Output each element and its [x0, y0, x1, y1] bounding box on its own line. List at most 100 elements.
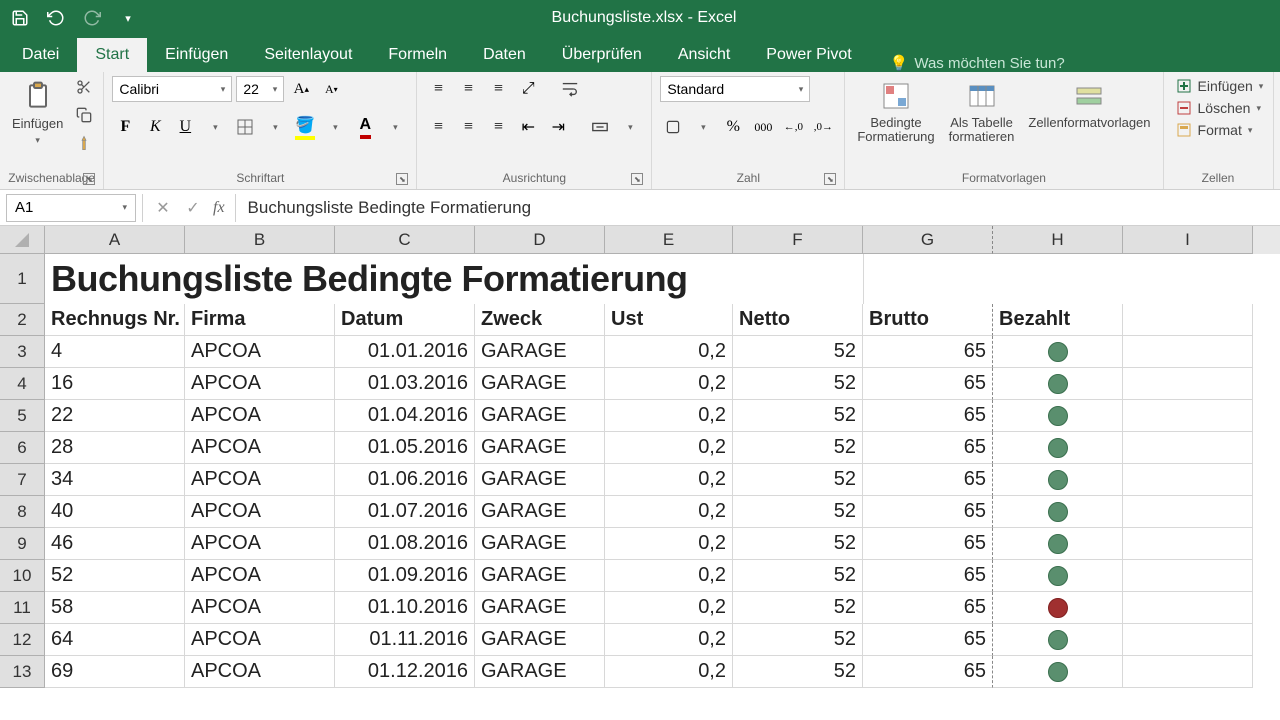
col-header-e[interactable]: E: [605, 226, 733, 254]
cell[interactable]: GARAGE: [475, 656, 605, 688]
cell[interactable]: 52: [733, 336, 863, 368]
cell[interactable]: [1123, 496, 1253, 528]
cell[interactable]: 4: [45, 336, 185, 368]
copy-button[interactable]: [73, 104, 95, 126]
cell[interactable]: [993, 432, 1123, 464]
tell-me-search[interactable]: 💡 Was möchten Sie tun?: [890, 54, 1065, 72]
cell[interactable]: [993, 368, 1123, 400]
redo-button[interactable]: [80, 6, 104, 30]
cell[interactable]: 52: [733, 432, 863, 464]
cell[interactable]: [993, 560, 1123, 592]
tab-powerpivot[interactable]: Power Pivot: [748, 38, 869, 72]
cell[interactable]: GARAGE: [475, 432, 605, 464]
increase-font-button[interactable]: A▴: [288, 76, 314, 102]
fill-color-dropdown[interactable]: ▾: [322, 114, 348, 140]
cell[interactable]: 28: [45, 432, 185, 464]
cell[interactable]: Brutto: [863, 304, 993, 336]
font-color-button[interactable]: A: [352, 114, 378, 140]
cell[interactable]: [993, 656, 1123, 688]
cell[interactable]: 65: [863, 400, 993, 432]
select-all-corner[interactable]: [0, 226, 45, 254]
cell[interactable]: 58: [45, 592, 185, 624]
tab-datei[interactable]: Datei: [4, 38, 77, 72]
conditional-format-button[interactable]: Bedingte Formatierung: [853, 76, 938, 149]
font-name-select[interactable]: Calibri▾: [112, 76, 232, 102]
cell[interactable]: GARAGE: [475, 464, 605, 496]
row-header[interactable]: 9: [0, 528, 45, 560]
cell[interactable]: 52: [733, 528, 863, 560]
cell[interactable]: 01.04.2016: [335, 400, 475, 432]
cell[interactable]: [1123, 656, 1253, 688]
cut-button[interactable]: [73, 76, 95, 98]
cell[interactable]: [1123, 336, 1253, 368]
merge-center-button[interactable]: [587, 114, 613, 140]
bold-button[interactable]: F: [112, 114, 138, 140]
decrease-decimal-button[interactable]: ,0→: [810, 114, 836, 140]
cell[interactable]: 52: [733, 656, 863, 688]
cell[interactable]: 0,2: [605, 656, 733, 688]
cell[interactable]: GARAGE: [475, 528, 605, 560]
cell[interactable]: 65: [863, 592, 993, 624]
cell[interactable]: 65: [863, 624, 993, 656]
cell[interactable]: 0,2: [605, 336, 733, 368]
increase-indent-button[interactable]: ⇥: [545, 114, 571, 140]
cell[interactable]: Bezahlt: [993, 304, 1123, 336]
paste-button[interactable]: Einfügen ▾: [8, 76, 67, 150]
row-header[interactable]: 8: [0, 496, 45, 528]
cell[interactable]: 01.09.2016: [335, 560, 475, 592]
wrap-text-button[interactable]: [557, 76, 583, 102]
col-header-b[interactable]: B: [185, 226, 335, 254]
cell[interactable]: 01.08.2016: [335, 528, 475, 560]
cell[interactable]: 01.03.2016: [335, 368, 475, 400]
alignment-dialog-launcher[interactable]: ⬊: [631, 173, 643, 185]
cell[interactable]: [1123, 400, 1253, 432]
cell[interactable]: [1123, 368, 1253, 400]
italic-button[interactable]: K: [142, 114, 168, 140]
align-middle-button[interactable]: ≡: [455, 76, 481, 102]
undo-button[interactable]: [44, 6, 68, 30]
tab-start[interactable]: Start: [77, 38, 147, 72]
col-header-a[interactable]: A: [45, 226, 185, 254]
cell[interactable]: [993, 400, 1123, 432]
increase-decimal-button[interactable]: ←,0: [780, 114, 806, 140]
cell[interactable]: [1123, 624, 1253, 656]
cell[interactable]: APCOA: [185, 496, 335, 528]
cell[interactable]: 52: [733, 560, 863, 592]
row-header[interactable]: 5: [0, 400, 45, 432]
cell[interactable]: 01.06.2016: [335, 464, 475, 496]
cell[interactable]: 0,2: [605, 592, 733, 624]
cell[interactable]: 64: [45, 624, 185, 656]
col-header-h[interactable]: H: [993, 226, 1123, 254]
cell[interactable]: 52: [45, 560, 185, 592]
cell[interactable]: [993, 336, 1123, 368]
cell[interactable]: Netto: [733, 304, 863, 336]
cell[interactable]: Datum: [335, 304, 475, 336]
cell[interactable]: GARAGE: [475, 400, 605, 432]
save-button[interactable]: [8, 6, 32, 30]
number-format-select[interactable]: Standard▾: [660, 76, 810, 102]
cell[interactable]: [1123, 560, 1253, 592]
cell[interactable]: APCOA: [185, 368, 335, 400]
enter-formula-button[interactable]: ✓: [183, 198, 203, 218]
tab-einfuegen[interactable]: Einfügen: [147, 38, 246, 72]
row-header[interactable]: 4: [0, 368, 45, 400]
cell[interactable]: [1123, 528, 1253, 560]
align-center-button[interactable]: ≡: [455, 114, 481, 140]
cell[interactable]: 0,2: [605, 528, 733, 560]
cell[interactable]: GARAGE: [475, 624, 605, 656]
cell[interactable]: 0,2: [605, 432, 733, 464]
format-as-table-button[interactable]: Als Tabelle formatieren: [945, 76, 1019, 149]
empty-cell[interactable]: [863, 254, 993, 304]
accounting-format-button[interactable]: [660, 114, 686, 140]
cell[interactable]: 0,2: [605, 464, 733, 496]
percent-format-button[interactable]: %: [720, 114, 746, 140]
cell[interactable]: [993, 464, 1123, 496]
number-dialog-launcher[interactable]: ⬊: [824, 173, 836, 185]
cell[interactable]: GARAGE: [475, 496, 605, 528]
col-header-f[interactable]: F: [733, 226, 863, 254]
tab-seitenlayout[interactable]: Seitenlayout: [246, 38, 370, 72]
clipboard-dialog-launcher[interactable]: ⬊: [83, 173, 95, 185]
row-header[interactable]: 10: [0, 560, 45, 592]
customize-qat-button[interactable]: ▾: [116, 6, 140, 30]
cell[interactable]: APCOA: [185, 336, 335, 368]
